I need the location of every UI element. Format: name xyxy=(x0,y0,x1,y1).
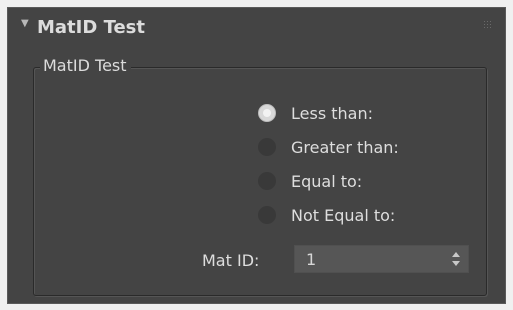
radio-label[interactable]: Greater than: xyxy=(291,138,399,157)
radio-less-than[interactable]: Less than: xyxy=(258,101,373,125)
mat-id-value[interactable]: 1 xyxy=(306,251,316,269)
radio-greater-than[interactable]: Greater than: xyxy=(258,135,399,159)
radio-equal-to[interactable]: Equal to: xyxy=(258,169,362,193)
group-title: MatID Test xyxy=(40,56,131,76)
arrow-down-icon[interactable] xyxy=(452,261,460,266)
radio-label[interactable]: Not Equal to: xyxy=(291,206,395,225)
radio-button[interactable] xyxy=(258,138,276,156)
spinner-arrows-icon[interactable] xyxy=(452,252,460,266)
mat-id-spinner[interactable]: 1 xyxy=(294,245,469,273)
drag-grip-icon[interactable] xyxy=(484,21,493,29)
triangle-down-icon[interactable]: ▼ xyxy=(21,18,29,29)
radio-not-equal-to[interactable]: Not Equal to: xyxy=(258,203,395,227)
radio-button-checked[interactable] xyxy=(258,104,276,122)
radio-button[interactable] xyxy=(258,172,276,190)
radio-label[interactable]: Less than: xyxy=(291,104,373,123)
matid-test-rollout: ▼ MatID Test MatID Test Less than: Great… xyxy=(7,7,506,304)
radio-label[interactable]: Equal to: xyxy=(291,172,362,191)
radio-button[interactable] xyxy=(258,206,276,224)
rollout-title[interactable]: MatID Test xyxy=(37,17,145,38)
mat-id-label: Mat ID: xyxy=(202,251,260,270)
rollout-header[interactable]: ▼ MatID Test xyxy=(8,8,505,50)
arrow-up-icon[interactable] xyxy=(452,252,460,257)
